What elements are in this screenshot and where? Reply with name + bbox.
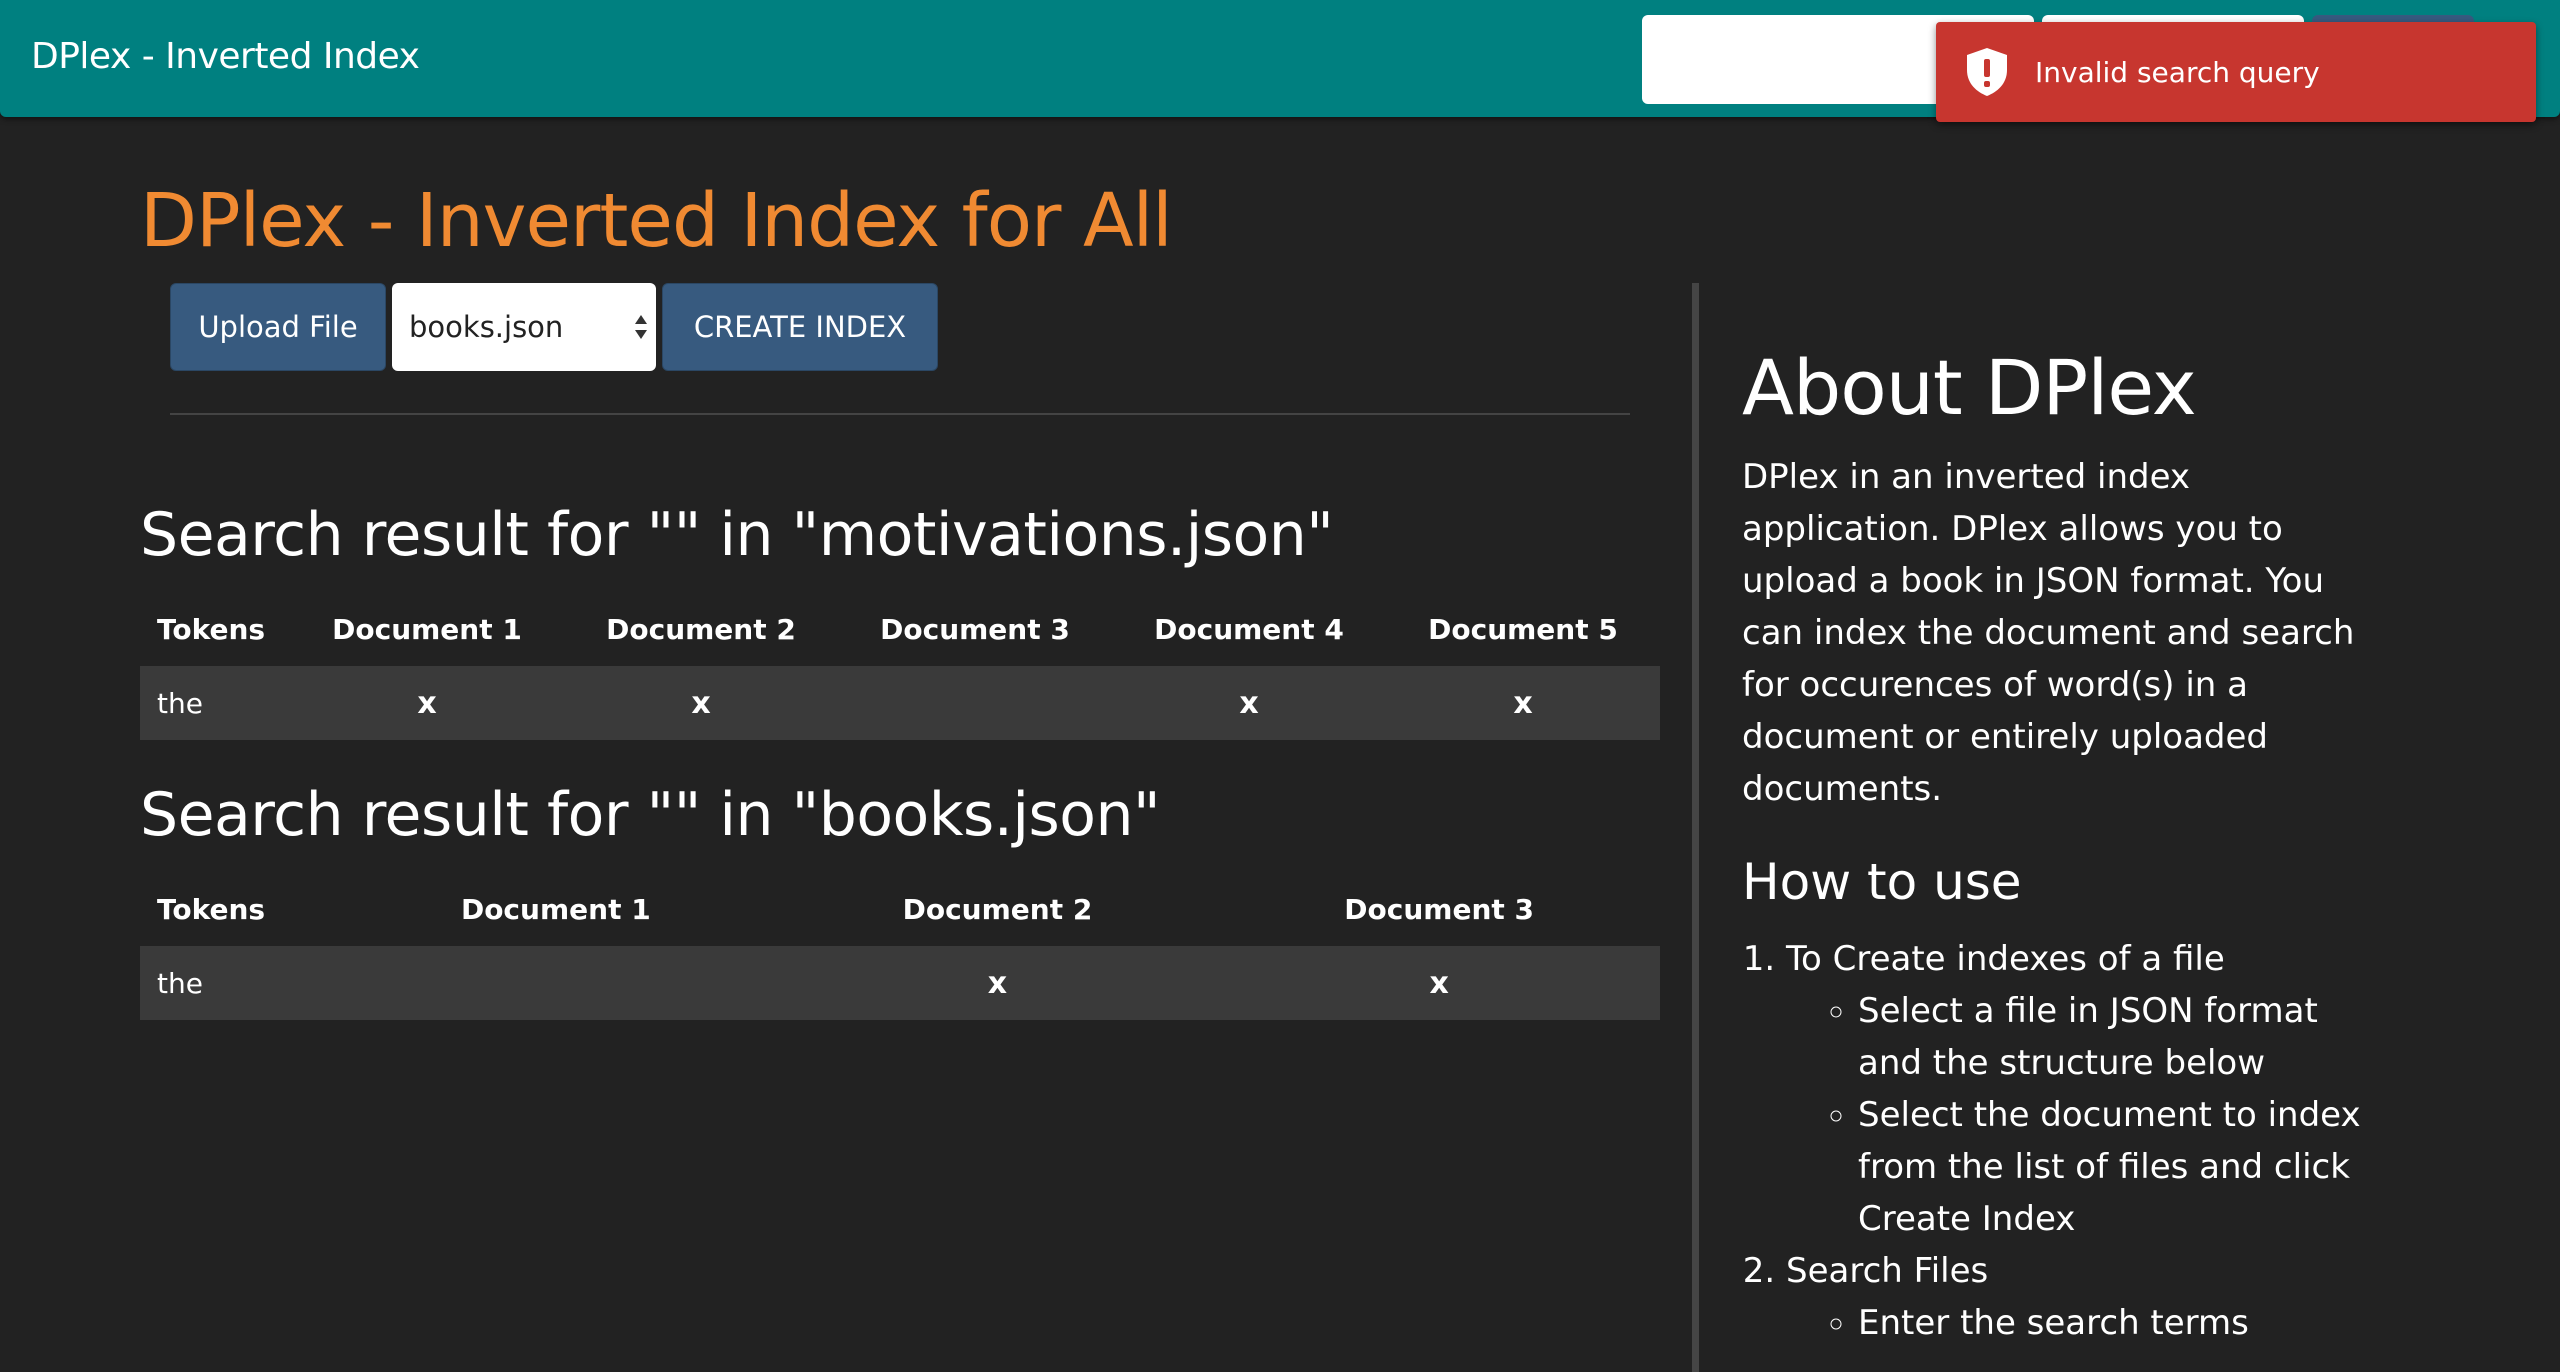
howto-step: To Create indexes of a file Select a fil… — [1786, 933, 2382, 1245]
howto-step: Search Files Enter the search terms — [1786, 1245, 2382, 1349]
upload-file-button[interactable]: Upload File — [170, 283, 386, 371]
file-select[interactable]: books.json — [392, 283, 656, 371]
howto-list: To Create indexes of a file Select a fil… — [1742, 933, 2382, 1349]
table-header-row: Tokens Document 1 Document 2 Document 3 … — [140, 592, 1660, 666]
howto-step-label: Search Files — [1786, 1251, 1989, 1291]
about-title: About DPlex — [1742, 343, 2197, 432]
toast-message: Invalid search query — [2035, 55, 2320, 89]
column-header: Document 3 — [880, 612, 1070, 646]
occurrence-cell: x — [1386, 666, 1660, 740]
column-header: Document 1 — [332, 612, 522, 646]
column-header: Tokens — [157, 612, 266, 646]
section-divider — [170, 413, 1630, 415]
occurrence-cell: x — [564, 666, 838, 740]
token-cell: the — [140, 946, 335, 1020]
column-header: Tokens — [157, 892, 266, 926]
select-arrows-icon — [635, 315, 647, 339]
occurrence-cell: x — [1112, 666, 1386, 740]
occurrence-cell — [335, 946, 777, 1020]
column-header: Document 4 — [1154, 612, 1344, 646]
about-body: DPlex in an inverted index application. … — [1742, 457, 2355, 809]
occurrence-cell: x — [776, 946, 1219, 1020]
page-title: DPlex - Inverted Index for All — [140, 178, 1173, 264]
howto-title: How to use — [1742, 853, 2022, 911]
result-title-books: Search result for "" in "books.json" — [140, 780, 1161, 850]
error-toast[interactable]: Invalid search query — [1936, 22, 2536, 122]
column-divider — [1692, 283, 1699, 1372]
results-table-books: Tokens Document 1 Document 2 Document 3 … — [140, 872, 1660, 1020]
occurrence-cell: x — [1218, 946, 1660, 1020]
table-row: the x x x x — [140, 666, 1660, 740]
column-header: Document 3 — [1344, 892, 1535, 926]
occurrence-cell: x — [290, 666, 564, 740]
column-header: Document 2 — [902, 892, 1093, 926]
token-cell: the — [140, 666, 290, 740]
results-table-motivations: Tokens Document 1 Document 2 Document 3 … — [140, 592, 1660, 740]
howto-substep: Select the document to index from the li… — [1858, 1089, 2382, 1245]
table-header-row: Tokens Document 1 Document 2 Document 3 — [140, 872, 1660, 946]
howto-step-label: To Create indexes of a file — [1786, 939, 2225, 979]
file-select-value: books.json — [409, 310, 564, 344]
result-title-motivations: Search result for "" in "motivations.jso… — [140, 500, 1334, 570]
table-row: the x x — [140, 946, 1660, 1020]
create-index-button[interactable]: CREATE INDEX — [662, 283, 938, 371]
howto-substep: Select a file in JSON format and the str… — [1858, 985, 2382, 1089]
shield-alert-icon — [1967, 48, 2007, 96]
column-header: Document 2 — [606, 612, 796, 646]
navbar-brand[interactable]: DPlex - Inverted Index — [31, 36, 420, 77]
column-header: Document 1 — [460, 892, 651, 926]
occurrence-cell — [838, 666, 1112, 740]
column-header: Document 5 — [1428, 612, 1618, 646]
howto-substep: Enter the search terms — [1858, 1297, 2382, 1349]
